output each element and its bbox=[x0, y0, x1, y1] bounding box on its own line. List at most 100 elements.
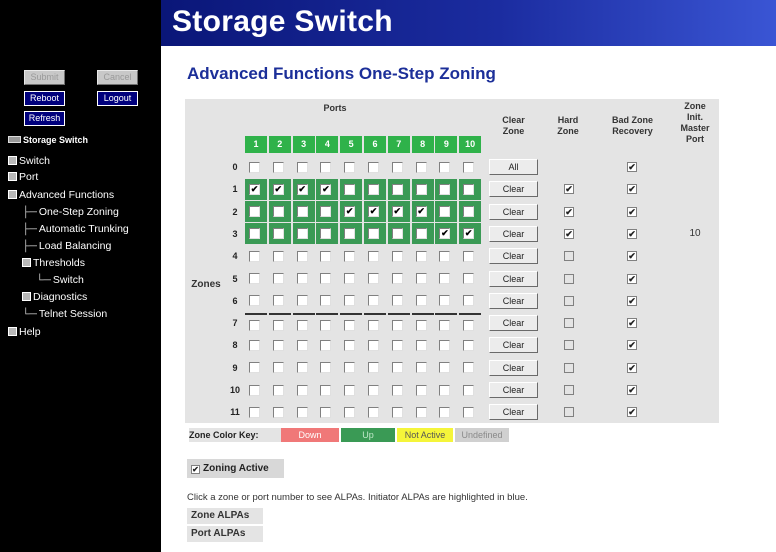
zone-1-port-4-checkbox[interactable]: ✔ bbox=[320, 183, 332, 195]
zone-8-port-8-checkbox[interactable] bbox=[415, 339, 427, 351]
zone-6-port-2-checkbox[interactable] bbox=[272, 295, 284, 307]
zone-number-11[interactable]: 11 bbox=[227, 401, 243, 423]
zone-5-port-8-checkbox[interactable] bbox=[415, 273, 427, 284]
zone-10-port-2-checkbox[interactable] bbox=[272, 384, 284, 396]
zone-5-port-3-checkbox[interactable] bbox=[296, 273, 308, 284]
zone-2-port-4-checkbox[interactable] bbox=[320, 206, 332, 218]
zone-3-port-7-checkbox[interactable] bbox=[391, 228, 403, 240]
zone-9-port-6-checkbox[interactable] bbox=[368, 362, 379, 374]
zone-9-port-9-checkbox[interactable] bbox=[439, 362, 451, 374]
zone-8-port-10-checkbox[interactable] bbox=[463, 339, 475, 351]
zone-2-port-7-checkbox[interactable]: ✔ bbox=[391, 206, 403, 218]
bad-zone-recovery-checkbox[interactable]: ✔ bbox=[627, 295, 637, 306]
clear-zone-button[interactable]: Clear bbox=[489, 181, 538, 198]
zone-1-port-2-checkbox[interactable]: ✔ bbox=[272, 183, 284, 195]
hard-zone-checkbox[interactable]: ✔ bbox=[564, 184, 574, 195]
bad-zone-recovery-checkbox[interactable]: ✔ bbox=[627, 385, 637, 395]
zone-9-port-4-checkbox[interactable] bbox=[320, 362, 332, 374]
zone-7-port-3-checkbox[interactable] bbox=[296, 319, 308, 331]
zone-0-port-1-checkbox[interactable] bbox=[249, 161, 260, 173]
zone-number-4[interactable]: 4 bbox=[227, 245, 243, 267]
tree-item-port[interactable]: Port bbox=[8, 170, 38, 185]
zone-0-port-3-checkbox[interactable] bbox=[296, 161, 308, 173]
hard-zone-checkbox[interactable]: ✔ bbox=[564, 228, 574, 239]
zone-number-10[interactable]: 10 bbox=[227, 379, 243, 401]
bad-zone-recovery-checkbox[interactable]: ✔ bbox=[627, 273, 637, 284]
zone-3-port-4-checkbox[interactable] bbox=[320, 228, 332, 240]
port-number-7[interactable]: 7 bbox=[387, 136, 410, 153]
zone-6-port-5-checkbox[interactable] bbox=[344, 295, 356, 307]
hard-zone-checkbox[interactable] bbox=[564, 385, 574, 395]
zone-9-port-10-checkbox[interactable] bbox=[463, 362, 475, 374]
zone-8-port-6-checkbox[interactable] bbox=[368, 339, 379, 351]
bad-zone-recovery-checkbox[interactable]: ✔ bbox=[627, 340, 637, 351]
port-number-6[interactable]: 6 bbox=[364, 136, 386, 153]
zone-11-port-8-checkbox[interactable] bbox=[415, 406, 427, 418]
reboot-button[interactable]: Reboot bbox=[24, 91, 65, 106]
tree-expander-icon[interactable] bbox=[22, 258, 31, 267]
hard-zone-checkbox[interactable] bbox=[564, 295, 574, 306]
zone-3-port-9-checkbox[interactable]: ✔ bbox=[439, 228, 451, 240]
zone-9-port-1-checkbox[interactable] bbox=[249, 362, 260, 374]
tree-item-switch[interactable]: Switch bbox=[8, 154, 50, 169]
clear-zone-button[interactable]: Clear bbox=[489, 337, 538, 354]
zone-9-port-8-checkbox[interactable] bbox=[415, 362, 427, 374]
zone-4-port-8-checkbox[interactable] bbox=[415, 250, 427, 262]
zone-3-port-3-checkbox[interactable] bbox=[296, 228, 308, 240]
zone-2-port-10-checkbox[interactable] bbox=[463, 206, 475, 218]
zone-11-port-2-checkbox[interactable] bbox=[272, 406, 284, 418]
zone-5-port-7-checkbox[interactable] bbox=[391, 273, 403, 284]
port-number-10[interactable]: 10 bbox=[459, 136, 482, 153]
zone-8-port-9-checkbox[interactable] bbox=[439, 339, 451, 351]
clear-all-button[interactable]: All bbox=[489, 159, 538, 175]
zone-7-port-6-checkbox[interactable] bbox=[368, 319, 379, 331]
clear-zone-button[interactable]: Clear bbox=[489, 382, 538, 398]
zone-6-port-4-checkbox[interactable] bbox=[320, 295, 332, 307]
zone-3-port-10-checkbox[interactable]: ✔ bbox=[463, 228, 475, 240]
zone-4-port-3-checkbox[interactable] bbox=[296, 250, 308, 262]
port-number-9[interactable]: 9 bbox=[435, 136, 458, 153]
bad-zone-recovery-checkbox[interactable]: ✔ bbox=[627, 318, 637, 329]
zone-number-5[interactable]: 5 bbox=[227, 268, 243, 290]
zone-4-port-10-checkbox[interactable] bbox=[463, 250, 475, 262]
zone-6-port-10-checkbox[interactable] bbox=[463, 295, 475, 307]
clear-zone-button[interactable]: Clear bbox=[489, 359, 538, 376]
zone-9-port-7-checkbox[interactable] bbox=[391, 362, 403, 374]
zone-10-port-6-checkbox[interactable] bbox=[368, 384, 379, 396]
zone-number-7[interactable]: 7 bbox=[227, 312, 243, 334]
hard-zone-checkbox[interactable] bbox=[564, 273, 574, 284]
port-number-8[interactable]: 8 bbox=[411, 136, 434, 153]
clear-zone-button[interactable]: Clear bbox=[489, 248, 538, 265]
zone-1-port-9-checkbox[interactable] bbox=[439, 183, 451, 195]
zone-3-port-6-checkbox[interactable] bbox=[368, 228, 379, 240]
zone-3-port-8-checkbox[interactable] bbox=[415, 228, 427, 240]
zone-number-6[interactable]: 6 bbox=[227, 290, 243, 312]
hard-zone-checkbox[interactable] bbox=[564, 407, 574, 418]
zone-9-port-3-checkbox[interactable] bbox=[296, 362, 308, 374]
zone-3-port-2-checkbox[interactable] bbox=[272, 228, 284, 240]
zone-0-port-7-checkbox[interactable] bbox=[391, 161, 403, 173]
zone-10-port-3-checkbox[interactable] bbox=[296, 384, 308, 396]
zone-number-3[interactable]: 3 bbox=[227, 223, 243, 245]
tree-expander-icon[interactable] bbox=[8, 327, 17, 336]
zone-8-port-7-checkbox[interactable] bbox=[391, 339, 403, 351]
port-number-1[interactable]: 1 bbox=[245, 136, 267, 153]
zone-8-port-4-checkbox[interactable] bbox=[320, 339, 332, 351]
tree-expander-icon[interactable] bbox=[8, 156, 17, 165]
zone-1-port-8-checkbox[interactable] bbox=[415, 183, 427, 195]
bad-zone-recovery-checkbox[interactable]: ✔ bbox=[627, 162, 637, 172]
zone-2-port-9-checkbox[interactable] bbox=[439, 206, 451, 218]
zone-8-port-5-checkbox[interactable] bbox=[344, 339, 356, 351]
zone-4-port-4-checkbox[interactable] bbox=[320, 250, 332, 262]
zone-4-port-1-checkbox[interactable] bbox=[249, 250, 260, 262]
tree-item-automatic-trunking[interactable]: ├─ Automatic Trunking bbox=[22, 222, 129, 237]
zone-11-port-4-checkbox[interactable] bbox=[320, 406, 332, 418]
zoning-active-toggle[interactable]: ✔ Zoning Active bbox=[187, 459, 284, 478]
zone-11-port-1-checkbox[interactable] bbox=[249, 406, 260, 418]
zone-number-0[interactable]: 0 bbox=[227, 156, 243, 178]
zone-0-port-6-checkbox[interactable] bbox=[368, 161, 379, 173]
zone-2-port-5-checkbox[interactable]: ✔ bbox=[344, 206, 356, 218]
zone-0-port-4-checkbox[interactable] bbox=[320, 161, 332, 173]
zone-2-port-6-checkbox[interactable]: ✔ bbox=[368, 206, 379, 218]
zone-5-port-9-checkbox[interactable] bbox=[439, 273, 451, 284]
